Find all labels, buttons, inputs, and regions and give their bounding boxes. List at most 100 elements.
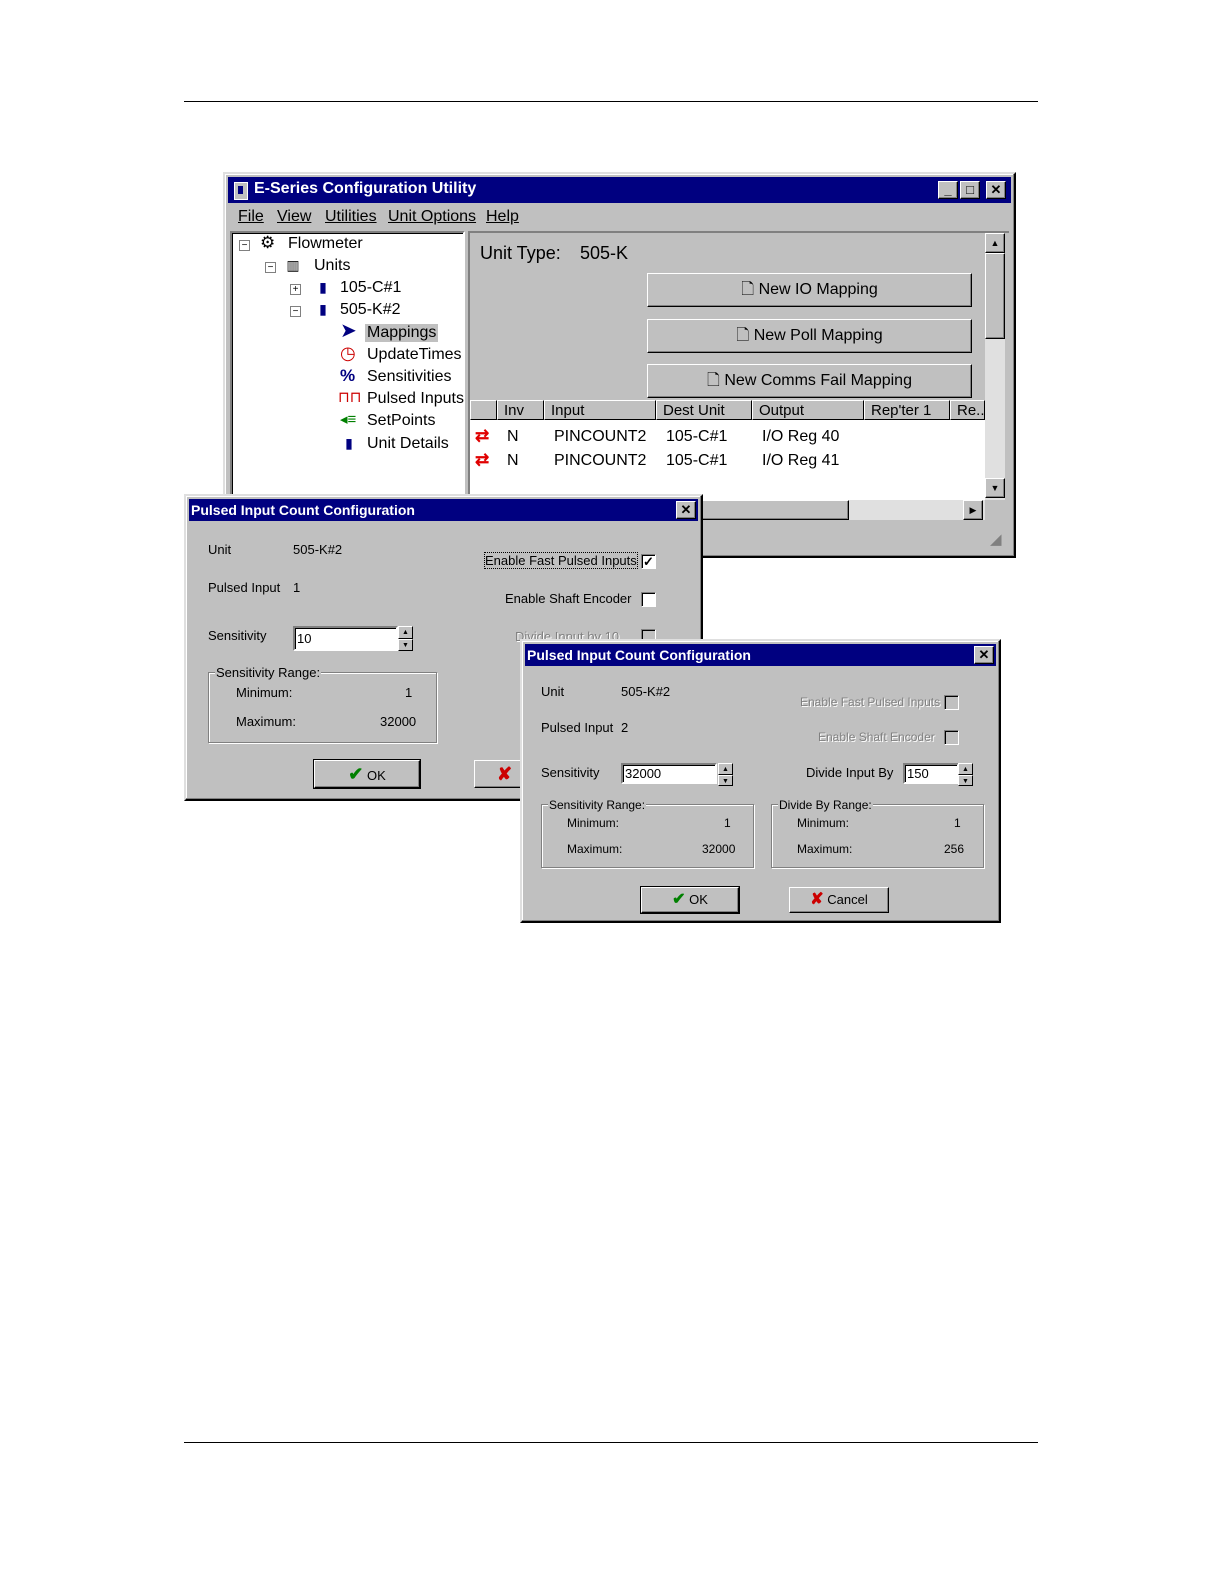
unit-type-label: Unit Type: <box>480 243 561 263</box>
new-comms-fail-mapping-button[interactable]: 🗋 New Comms Fail Mapping <box>647 364 972 398</box>
d2-div-max-value: 256 <box>944 842 965 856</box>
row-inv: N <box>507 452 519 469</box>
app-icon <box>234 182 248 200</box>
dialog1-titlebar: Pulsed Input Count Configuration ✕ <box>189 499 698 521</box>
d1-unit-value: 505-K#2 <box>293 542 343 557</box>
spin-down-icon[interactable]: ▼ <box>398 638 413 651</box>
menu-view[interactable]: View <box>277 208 311 226</box>
dialog2-close-button[interactable]: ✕ <box>974 646 994 664</box>
expand-105c-icon[interactable]: + <box>290 284 301 295</box>
row-dest: 105-C#1 <box>666 428 728 445</box>
menu-utilities[interactable]: Utilities <box>325 208 377 226</box>
d2-max-label: Maximum: <box>567 842 623 856</box>
d1-pulsed-input-value: 1 <box>293 580 301 595</box>
d1-enable-fast-checkbox[interactable]: ✓ <box>641 554 656 569</box>
d2-ok-button[interactable]: ✔ OK <box>640 886 740 914</box>
d1-pulsed-input-label: Pulsed Input <box>208 580 281 595</box>
col-icon[interactable] <box>470 400 497 420</box>
d1-range-title: Sensitivity Range: <box>215 665 322 680</box>
d2-sensitivity-spinner[interactable]: ▲ ▼ <box>718 763 733 786</box>
minimize-button[interactable]: _ <box>938 181 958 199</box>
table-row[interactable]: ⇄ N PINCOUNT2 105-C#1 I/O Reg 41 <box>470 450 985 472</box>
tree-sensitivities[interactable]: Sensitivities <box>367 368 451 386</box>
d2-range-title: Sensitivity Range: <box>548 798 647 812</box>
d1-sensitivity-label: Sensitivity <box>208 628 267 643</box>
tree-pulsed-inputs[interactable]: Pulsed Inputs <box>367 390 464 408</box>
tree-flowmeter[interactable]: Flowmeter <box>288 235 363 253</box>
unit-icon: ▮ <box>345 435 353 451</box>
spin-down-icon[interactable]: ▼ <box>958 774 973 786</box>
main-title: E-Series Configuration Utility <box>254 180 477 197</box>
vertical-scrollbar[interactable]: ▲ ▼ <box>985 233 1005 500</box>
dialog2-titlebar: Pulsed Input Count Configuration ✕ <box>525 644 996 666</box>
spin-down-icon[interactable]: ▼ <box>718 774 733 786</box>
row-input: PINCOUNT2 <box>554 428 647 445</box>
col-inv[interactable]: Inv <box>497 400 544 420</box>
d2-div-min-label: Minimum: <box>797 816 850 830</box>
d1-enable-shaft-checkbox[interactable] <box>641 592 656 607</box>
size-grip-icon[interactable]: ◢ <box>990 530 1002 548</box>
d2-sensitivity-input[interactable]: 32000 <box>621 763 717 784</box>
tree-units[interactable]: Units <box>314 257 350 275</box>
collapse-units-icon[interactable]: − <box>265 262 276 273</box>
scroll-thumb[interactable] <box>985 253 1005 339</box>
col-output[interactable]: Output <box>752 400 864 420</box>
menu-help[interactable]: Help <box>486 208 519 226</box>
d2-enable-fast-label: Enable Fast Pulsed Inputs <box>800 695 941 709</box>
dialog2-title: Pulsed Input Count Configuration <box>527 647 751 663</box>
d2-cancel-button[interactable]: ✘ Cancel <box>789 887 889 913</box>
check-icon: ✔ <box>672 891 686 908</box>
new-document-icon: 🗋 <box>741 281 755 298</box>
tree-mappings[interactable]: Mappings <box>365 324 439 342</box>
mapping-arrows-icon: ⇄ <box>475 426 490 445</box>
d1-ok-button[interactable]: ✔ OK <box>313 759 421 789</box>
d1-sensitivity-input[interactable]: 10 <box>293 626 398 651</box>
menu-file[interactable]: File <box>238 208 264 226</box>
d1-max-label: Maximum: <box>236 714 296 729</box>
tree-updatetimes[interactable]: UpdateTimes <box>367 346 462 364</box>
d1-enable-shaft-label[interactable]: Enable Shaft Encoder <box>505 591 631 606</box>
d2-unit-value: 505-K#2 <box>621 684 671 699</box>
row-output: I/O Reg 41 <box>762 452 840 469</box>
menu-bar: File View Utilities Unit Options Help <box>228 204 1011 230</box>
scroll-down-button[interactable]: ▼ <box>985 478 1005 498</box>
dialog1-close-button[interactable]: ✕ <box>676 501 696 519</box>
d2-min-label: Minimum: <box>567 816 620 830</box>
d1-enable-fast-label[interactable]: Enable Fast Pulsed Inputs <box>484 552 638 569</box>
d1-sensitivity-spinner[interactable]: ▲ ▼ <box>398 626 413 651</box>
d2-div-min-value: 1 <box>954 816 961 830</box>
menu-unit-options[interactable]: Unit Options <box>388 208 476 226</box>
tree-unit-details[interactable]: Unit Details <box>367 435 449 453</box>
scroll-right-button[interactable]: ▶ <box>963 500 983 520</box>
d1-max-value: 32000 <box>380 714 417 729</box>
d2-min-value: 1 <box>724 816 731 830</box>
x-icon: ✘ <box>810 891 824 908</box>
percent-icon: % <box>340 366 356 385</box>
d2-unit-label: Unit <box>541 684 565 699</box>
x-icon: ✘ <box>497 764 513 784</box>
col-repeater1[interactable]: Rep'ter 1 <box>864 400 950 420</box>
collapse-505k-icon[interactable]: − <box>290 306 301 317</box>
hscroll-thumb[interactable] <box>690 500 849 520</box>
col-input[interactable]: Input <box>544 400 656 420</box>
collapse-flowmeter-icon[interactable]: − <box>239 240 250 251</box>
col-re[interactable]: Re.. <box>950 400 985 420</box>
top-rule <box>184 101 1038 102</box>
d1-sensitivity-range-group <box>208 672 437 743</box>
close-button[interactable]: ✕ <box>986 181 1006 199</box>
table-row[interactable]: ⇄ N PINCOUNT2 105-C#1 I/O Reg 40 <box>470 426 985 448</box>
d2-div-max-label: Maximum: <box>797 842 853 856</box>
d2-divide-input[interactable]: 150 <box>903 763 959 784</box>
tree-505k2[interactable]: 505-K#2 <box>340 301 401 319</box>
tree-105c1[interactable]: 105-C#1 <box>340 279 401 297</box>
new-poll-mapping-button[interactable]: 🗋 New Poll Mapping <box>647 319 972 353</box>
maximize-button[interactable]: □ <box>960 181 980 199</box>
scroll-up-button[interactable]: ▲ <box>985 233 1005 253</box>
col-dest-unit[interactable]: Dest Unit <box>656 400 752 420</box>
d2-divide-spinner[interactable]: ▲ ▼ <box>958 763 973 786</box>
spin-up-icon[interactable]: ▲ <box>958 763 973 775</box>
spin-up-icon[interactable]: ▲ <box>398 626 413 639</box>
spin-up-icon[interactable]: ▲ <box>718 763 733 775</box>
new-io-mapping-button[interactable]: 🗋 New IO Mapping <box>647 273 972 307</box>
tree-setpoints[interactable]: SetPoints <box>367 412 435 430</box>
